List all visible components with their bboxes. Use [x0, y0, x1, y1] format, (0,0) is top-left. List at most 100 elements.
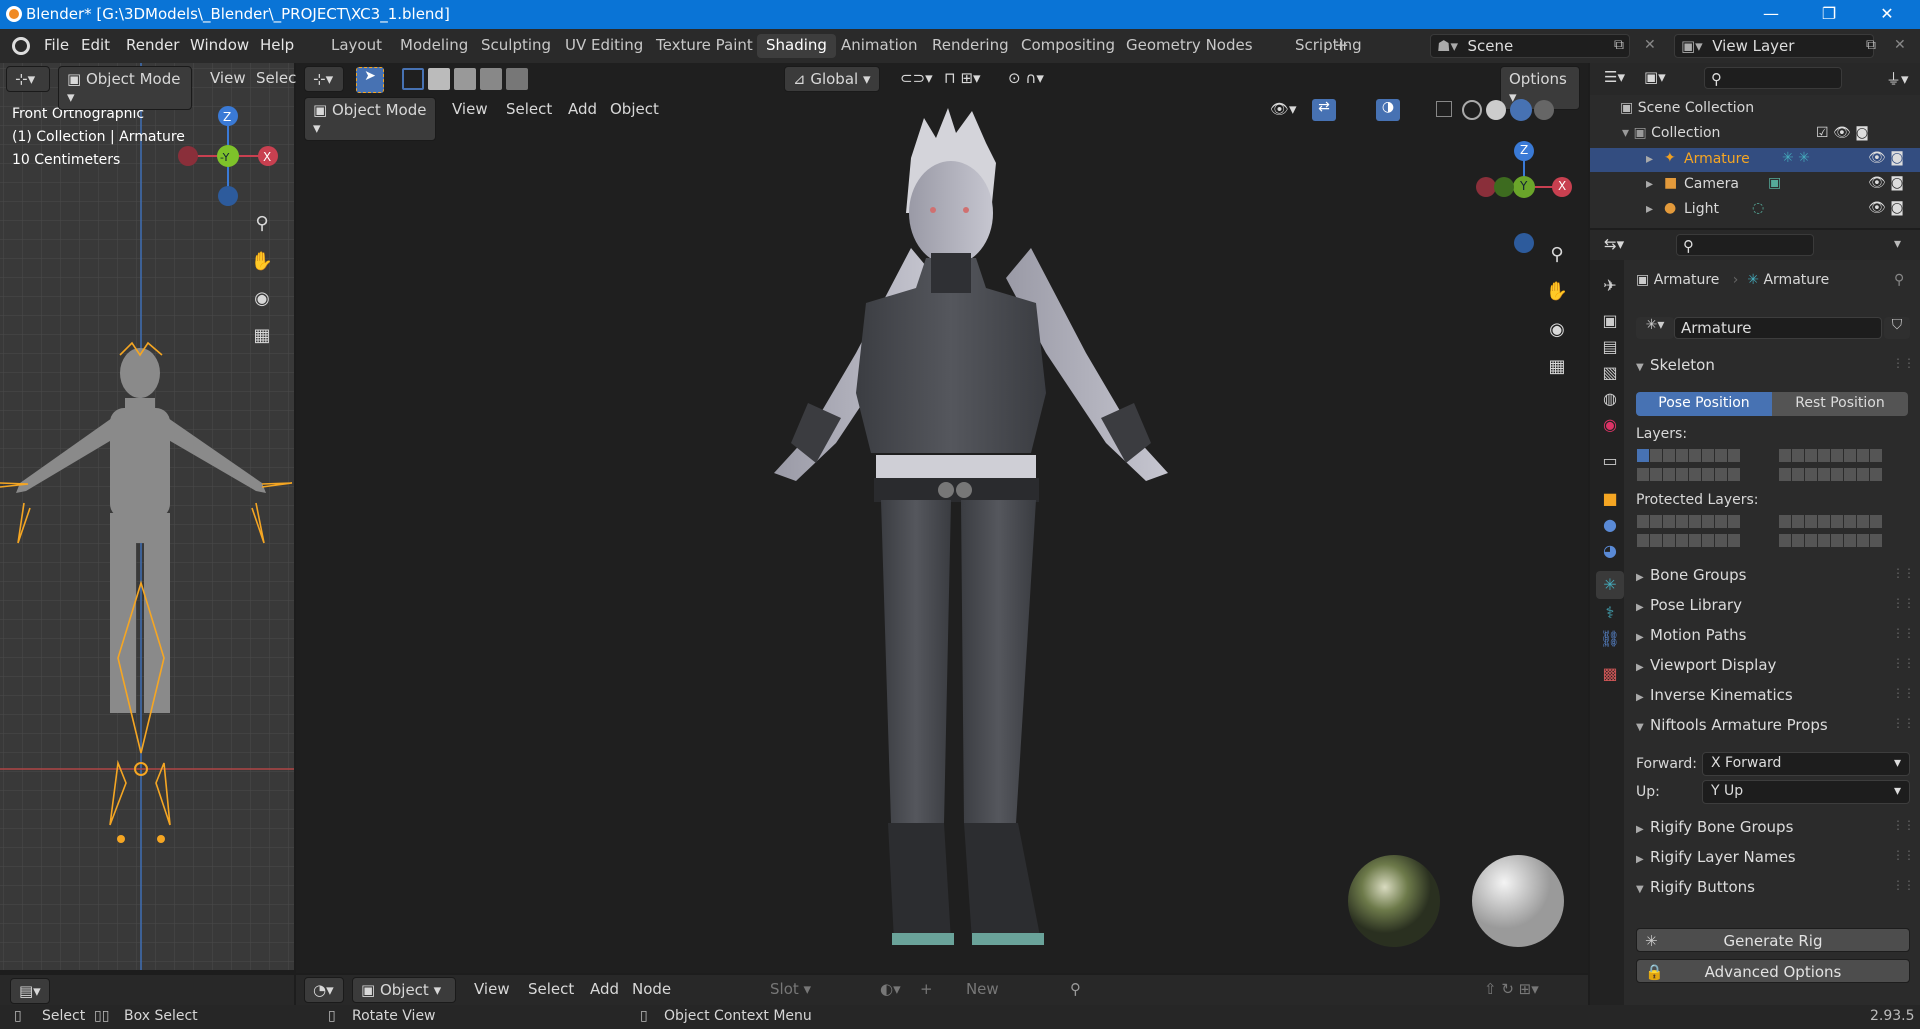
- rigify-bone-groups-panel[interactable]: ▶ Rigify Bone Groups ⋮⋮: [1636, 818, 1915, 846]
- delete-scene-icon[interactable]: ✕: [1644, 37, 1656, 53]
- tab-sculpting[interactable]: Sculpting: [472, 34, 560, 58]
- filter-icon[interactable]: ⏚▾: [1878, 65, 1917, 92]
- menu-render[interactable]: Render: [126, 36, 179, 54]
- tab-uv-editing[interactable]: UV Editing: [556, 34, 652, 58]
- output-tab-icon[interactable]: ▤: [1596, 333, 1624, 361]
- fake-user-icon[interactable]: ⛉: [1884, 317, 1910, 339]
- object-tab-icon[interactable]: ■: [1596, 485, 1624, 513]
- gizmo-toggle-icon[interactable]: ⇄: [1312, 99, 1336, 121]
- rest-position-button[interactable]: Rest Position: [1772, 392, 1908, 416]
- outliner-row-armature[interactable]: ▸ ✦ Armature ✳ ✳ 👁 ◙: [1590, 148, 1920, 172]
- add-workspace-icon[interactable]: +: [1334, 35, 1349, 56]
- main-zoom-icon[interactable]: ⚲: [1543, 241, 1571, 269]
- tool-tab-icon[interactable]: ✈: [1596, 272, 1624, 300]
- render-tab-icon[interactable]: ▣: [1596, 307, 1624, 335]
- advanced-options-button[interactable]: 🔒 Advanced Options: [1636, 959, 1910, 983]
- select-intersect-icon[interactable]: [506, 68, 528, 90]
- menu-help[interactable]: Help: [260, 36, 294, 54]
- pivot-icon[interactable]: ⊂⊃▾: [892, 66, 941, 90]
- display-mode-icon[interactable]: ▣▾: [1636, 65, 1674, 89]
- new-material-button[interactable]: + New: [912, 977, 1050, 1001]
- solid-shading-icon[interactable]: [1486, 100, 1506, 120]
- scene-selector[interactable]: ☗▾ Scene: [1430, 34, 1630, 58]
- node-editor-type-button[interactable]: ◔▾: [304, 977, 344, 1003]
- material-browse-icon[interactable]: ◐▾: [872, 977, 909, 1001]
- left-view-menu[interactable]: View: [202, 66, 254, 90]
- node-select-menu[interactable]: Select: [520, 977, 582, 1001]
- properties-options-icon[interactable]: ▾: [1894, 236, 1901, 252]
- armature-browse-icon[interactable]: ✳▾: [1636, 317, 1674, 339]
- xray-icon[interactable]: [1436, 101, 1452, 117]
- main-view-menu[interactable]: View: [444, 97, 496, 121]
- select-extend-icon[interactable]: [428, 68, 450, 90]
- tab-geometry-nodes[interactable]: Geometry Nodes: [1117, 34, 1262, 58]
- protected-layers-grid-left[interactable]: [1636, 514, 1741, 552]
- material-shading-icon[interactable]: [1510, 99, 1532, 121]
- left-viewport[interactable]: Front Orthographic (1) Collection | Arma…: [0, 63, 294, 970]
- physics-tab-icon[interactable]: ◕: [1596, 537, 1624, 565]
- menu-edit[interactable]: Edit: [81, 36, 110, 54]
- outliner-row-light[interactable]: ▸ ● Light ◌ 👁 ◙: [1590, 198, 1920, 222]
- zoom-icon[interactable]: ⚲: [248, 210, 276, 238]
- main-select-menu[interactable]: Select: [498, 97, 560, 121]
- layers-grid-left[interactable]: [1636, 448, 1741, 486]
- bone-constraint-tab-icon[interactable]: ⛓: [1596, 625, 1624, 653]
- node-node-menu[interactable]: Node: [624, 977, 679, 1001]
- main-camera-view-icon[interactable]: ◉: [1543, 316, 1571, 344]
- overlay-toggle-icon[interactable]: ◑: [1376, 99, 1400, 121]
- pin-icon[interactable]: ⚲: [1062, 977, 1089, 1001]
- pose-position-button[interactable]: Pose Position: [1636, 392, 1772, 416]
- blender-menu-icon[interactable]: [12, 37, 30, 55]
- maximize-icon[interactable]: ❐: [1806, 0, 1852, 29]
- pan-hand-icon[interactable]: ✋: [248, 248, 276, 276]
- tab-modeling[interactable]: Modeling: [391, 34, 477, 58]
- tab-texture-paint[interactable]: Texture Paint: [647, 34, 762, 58]
- select-subtract-icon[interactable]: [454, 68, 476, 90]
- protected-layers-grid-right[interactable]: [1778, 514, 1883, 552]
- tab-shading[interactable]: Shading: [757, 34, 836, 58]
- niftools-panel-header[interactable]: ▼ Niftools Armature Props ⋮⋮: [1636, 716, 1915, 744]
- main-viewport[interactable]: Z Y X ⚲ ✋ ◉ ▦: [296, 63, 1588, 973]
- tab-scripting[interactable]: Scripting: [1286, 34, 1371, 58]
- main-mode-dropdown[interactable]: ▣ Object Mode ▾: [304, 97, 436, 141]
- bone-tab-icon[interactable]: ⚕: [1596, 599, 1624, 627]
- view-layer-selector[interactable]: ▣▾ View Layer: [1674, 34, 1874, 58]
- tab-layout[interactable]: Layout: [322, 34, 391, 58]
- node-add-menu[interactable]: Add: [582, 977, 627, 1001]
- scene-tab-icon[interactable]: ◍: [1596, 385, 1624, 413]
- pin-properties-icon[interactable]: ⚲: [1894, 272, 1904, 288]
- main-pan-hand-icon[interactable]: ✋: [1543, 278, 1571, 306]
- visibility-eye-icon[interactable]: 👁 ◙: [1868, 175, 1904, 191]
- collection-checkbox[interactable]: ☑ 👁 ◙: [1816, 125, 1869, 141]
- main-add-menu[interactable]: Add: [560, 97, 605, 121]
- pose-library-panel[interactable]: ▶ Pose Library ⋮⋮: [1636, 596, 1915, 624]
- main-ortho-grid-icon[interactable]: ▦: [1543, 353, 1571, 381]
- collection-tab-icon[interactable]: ▭: [1596, 447, 1624, 475]
- layers-grid-right[interactable]: [1778, 448, 1883, 486]
- outliner-row-camera[interactable]: ▸ ■ Camera ▣ 👁 ◙: [1590, 173, 1920, 197]
- new-scene-icon[interactable]: ⧉: [1614, 37, 1624, 53]
- main-navigation-gizmo[interactable]: [1474, 133, 1584, 253]
- collection-row[interactable]: ▾ ▣ Collection: [1622, 125, 1720, 141]
- visibility-eye-icon[interactable]: 👁 ◙: [1868, 150, 1904, 166]
- modifier-tab-icon[interactable]: ●: [1596, 511, 1624, 539]
- close-icon[interactable]: ✕: [1864, 0, 1910, 29]
- texture-tab-icon[interactable]: ▩: [1596, 660, 1624, 688]
- scene-collection-row[interactable]: ▣ Scene Collection: [1620, 100, 1754, 116]
- camera-view-icon[interactable]: ◉: [248, 285, 276, 313]
- armature-data-tab-icon[interactable]: ✳: [1596, 571, 1624, 599]
- bone-groups-panel[interactable]: ▶ Bone Groups ⋮⋮: [1636, 566, 1915, 594]
- timeline-editor-button[interactable]: ▤▾: [10, 978, 50, 1004]
- slot-dropdown[interactable]: Slot ▾: [762, 977, 862, 1001]
- minimize-icon[interactable]: —: [1748, 0, 1794, 29]
- left-mode-dropdown[interactable]: ▣ Object Mode ▾: [58, 66, 192, 110]
- menu-file[interactable]: File: [44, 36, 69, 54]
- inverse-kinematics-panel[interactable]: ▶ Inverse Kinematics ⋮⋮: [1636, 686, 1915, 714]
- shader-type-dropdown[interactable]: ▣ Object ▾: [352, 977, 456, 1003]
- select-invert-icon[interactable]: [480, 68, 502, 90]
- tab-rendering[interactable]: Rendering: [923, 34, 1018, 58]
- rigify-buttons-panel-header[interactable]: ▼ Rigify Buttons ⋮⋮: [1636, 878, 1915, 906]
- skeleton-panel-header[interactable]: ▼ Skeleton ⋮⋮: [1636, 356, 1915, 384]
- armature-name-field[interactable]: Armature: [1674, 317, 1882, 339]
- transform-orientation-dropdown[interactable]: ⊿ Global ▾: [784, 66, 880, 92]
